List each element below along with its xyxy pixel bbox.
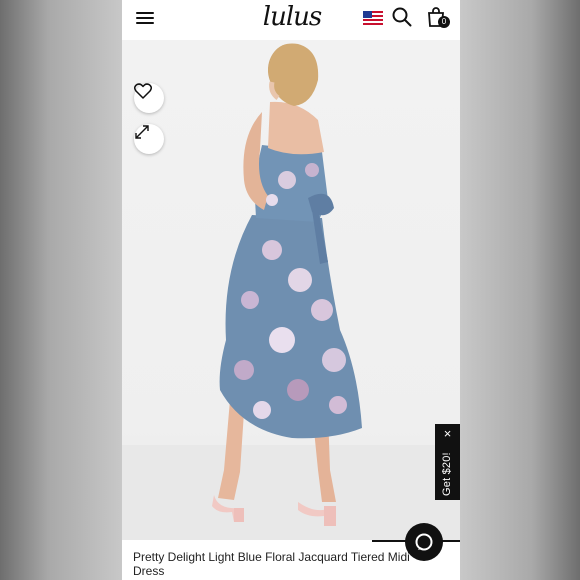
expand-icon: [135, 125, 149, 139]
model-illustration: [122, 43, 460, 540]
expand-image-button[interactable]: [134, 124, 164, 154]
hamburger-menu-icon[interactable]: [136, 9, 154, 25]
shopping-bag-icon[interactable]: 0: [426, 6, 450, 30]
chat-bubble-icon: [415, 533, 433, 551]
background-blur-left: [0, 0, 122, 580]
chat-button[interactable]: [405, 523, 443, 561]
background-blur-right: [460, 0, 580, 580]
lulus-logo[interactable]: lulus: [260, 1, 324, 33]
product-image[interactable]: [122, 40, 460, 540]
favorite-button[interactable]: [134, 83, 164, 113]
promo-tab[interactable]: × Get $20!: [435, 424, 460, 500]
search-icon[interactable]: [392, 7, 412, 27]
site-header: lulus 0: [122, 0, 460, 40]
promo-label[interactable]: Get $20!: [441, 452, 454, 496]
product-title: Pretty Delight Light Blue Floral Jacquar…: [133, 550, 410, 578]
close-icon[interactable]: ×: [435, 427, 460, 441]
cart-count-badge: 0: [438, 16, 450, 28]
mobile-page: lulus 0 × Get $20! Pretty Delight Light …: [122, 0, 460, 580]
us-flag-icon[interactable]: [363, 11, 383, 25]
heart-icon: [134, 83, 152, 99]
